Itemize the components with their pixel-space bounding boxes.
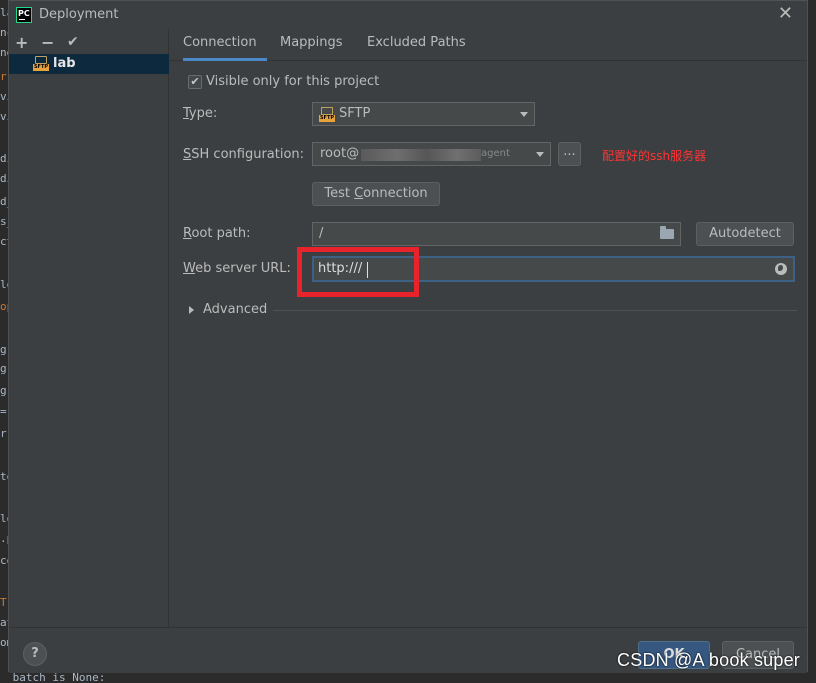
ssh-config-label: SSH configuration:	[183, 147, 305, 162]
sftp-badge: SFTP	[33, 64, 49, 71]
text-caret	[367, 262, 368, 278]
tab-bar: Connection Mappings Excluded Paths	[170, 29, 807, 61]
server-label: lab	[53, 56, 76, 71]
chevron-down-icon	[536, 152, 544, 157]
editor-code-line: _batch is None:	[0, 672, 816, 683]
globe-icon[interactable]	[775, 263, 787, 275]
chevron-down-icon	[520, 112, 528, 117]
type-dropdown[interactable]: SFTP SFTP	[312, 102, 535, 126]
ssh-more-button[interactable]: ...	[558, 142, 581, 166]
redacted-host	[361, 149, 481, 161]
web-url-value: http:///	[318, 261, 363, 276]
visible-only-checkbox[interactable]: ✔	[188, 75, 202, 89]
tab-connection[interactable]: Connection	[183, 35, 267, 61]
sftp-icon: SFTP	[319, 107, 335, 122]
sftp-server-icon: SFTP	[33, 56, 49, 71]
close-icon[interactable]: ✕	[778, 5, 793, 23]
root-path-field[interactable]: /	[312, 222, 681, 246]
add-server-icon[interactable]: +	[15, 33, 28, 52]
pycharm-app-icon: PC	[16, 7, 32, 23]
type-label: Type:	[183, 106, 218, 121]
title-bar: PC Deployment ✕	[9, 1, 807, 29]
deployment-dialog: PC Deployment ✕ + − ✔ SFTP lab Connectio…	[8, 0, 808, 673]
visible-only-label: Visible only for this project	[206, 74, 380, 89]
folder-icon[interactable]	[660, 226, 674, 239]
web-url-label: Web server URL:	[183, 261, 291, 276]
test-connection-button[interactable]: Test Connection	[312, 182, 440, 206]
root-path-value: /	[319, 226, 324, 241]
tab-excluded-paths[interactable]: Excluded Paths	[367, 35, 466, 61]
advanced-divider	[273, 310, 797, 311]
remove-server-icon[interactable]: −	[41, 33, 54, 52]
ssh-config-dropdown[interactable]: root@ agent	[312, 142, 551, 166]
advanced-section-toggle[interactable]: Advanced	[203, 302, 267, 317]
ssh-annotation: 配置好的ssh服务器	[602, 149, 707, 163]
settings-pane: Connection Mappings Excluded Paths ✔ Vis…	[170, 29, 807, 627]
ssh-config-value: root@	[320, 146, 360, 161]
type-value: SFTP	[339, 106, 371, 121]
ssh-config-suffix: agent	[481, 148, 510, 159]
expand-triangle-icon[interactable]	[189, 306, 194, 314]
apply-check-icon[interactable]: ✔	[67, 34, 79, 50]
server-list-pane: + − ✔ SFTP lab	[9, 29, 169, 627]
autodetect-button[interactable]: Autodetect	[696, 222, 794, 246]
root-path-label: Root path:	[183, 226, 251, 241]
server-list-item-lab[interactable]: SFTP lab	[9, 54, 169, 74]
app-icon-text: PC	[18, 9, 30, 18]
tab-mappings[interactable]: Mappings	[280, 35, 343, 61]
csdn-watermark: CSDN @A book super	[617, 650, 800, 670]
help-button[interactable]: ?	[23, 642, 47, 666]
dialog-title: Deployment	[39, 7, 119, 22]
web-url-field[interactable]: http:///	[312, 256, 795, 282]
